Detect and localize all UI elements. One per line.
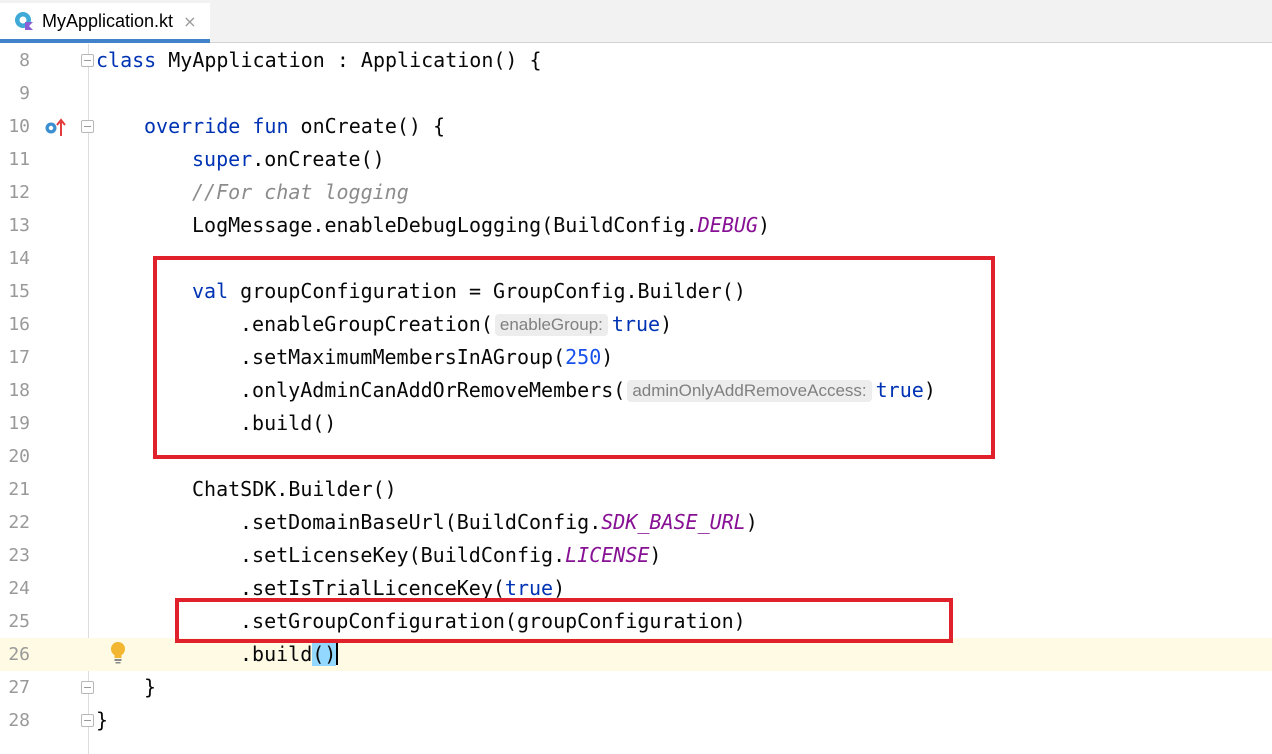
line-number: 24 [8,578,30,599]
line-number: 18 [8,380,30,401]
highlight-box-set-group-configuration [175,598,953,643]
editor-line-row[interactable]: 12 [0,176,1272,209]
code-line-13: LogMessage.enableDebugLogging(BuildConfi… [192,213,770,237]
line-number: 10 [8,116,30,137]
kotlin-file-icon [14,11,34,31]
highlight-box-group-config [153,256,995,459]
line-number: 25 [8,611,30,632]
line-number: 13 [8,215,30,236]
lightbulb-icon[interactable] [108,640,128,664]
editor-line-row[interactable]: 27 [0,671,1272,704]
line-number: 15 [8,281,30,302]
matched-brace: () [312,642,337,666]
fold-icon[interactable] [81,120,94,133]
line-number: 27 [8,677,30,698]
line-number: 11 [8,149,30,170]
line-number: 19 [8,413,30,434]
line-number: 16 [8,314,30,335]
editor-line-row[interactable]: 11 [0,143,1272,176]
close-icon[interactable]: × [183,12,196,31]
code-line-22: .setDomainBaseUrl(BuildConfig.SDK_BASE_U… [240,510,758,534]
editor-line-row[interactable]: 9 [0,77,1272,110]
line-number: 20 [8,446,30,467]
editor-line-row[interactable]: 28 [0,704,1272,737]
fold-icon[interactable] [81,681,94,694]
override-icon[interactable] [44,118,68,138]
fold-icon[interactable] [81,714,94,727]
tab-myapplication[interactable]: MyApplication.kt × [0,3,210,43]
code-line-11: super.onCreate() [192,147,385,171]
code-line-10: override fun onCreate() { [144,114,446,138]
code-line-21: ChatSDK.Builder() [192,477,397,501]
editor-tab-bar: MyApplication.kt × [0,0,1272,43]
line-number: 28 [8,710,30,731]
code-line-8: class MyApplication : Application() { [96,48,542,72]
line-number: 12 [8,182,30,203]
editor-line-row[interactable]: 21 [0,473,1272,506]
line-number: 8 [19,50,30,71]
code-line-23: .setLicenseKey(BuildConfig.LICENSE) [240,543,662,567]
line-number: 26 [8,644,30,665]
line-number: 9 [19,83,30,104]
code-line-28: } [96,708,109,732]
line-number: 17 [8,347,30,368]
line-number: 14 [8,248,30,269]
code-line-12: //For chat logging [192,180,409,204]
text-caret [336,643,339,665]
fold-icon[interactable] [81,54,94,67]
line-number: 23 [8,545,30,566]
line-number: 22 [8,512,30,533]
tab-title: MyApplication.kt [42,10,174,31]
code-line-27: } [144,675,157,699]
line-number: 21 [8,479,30,500]
